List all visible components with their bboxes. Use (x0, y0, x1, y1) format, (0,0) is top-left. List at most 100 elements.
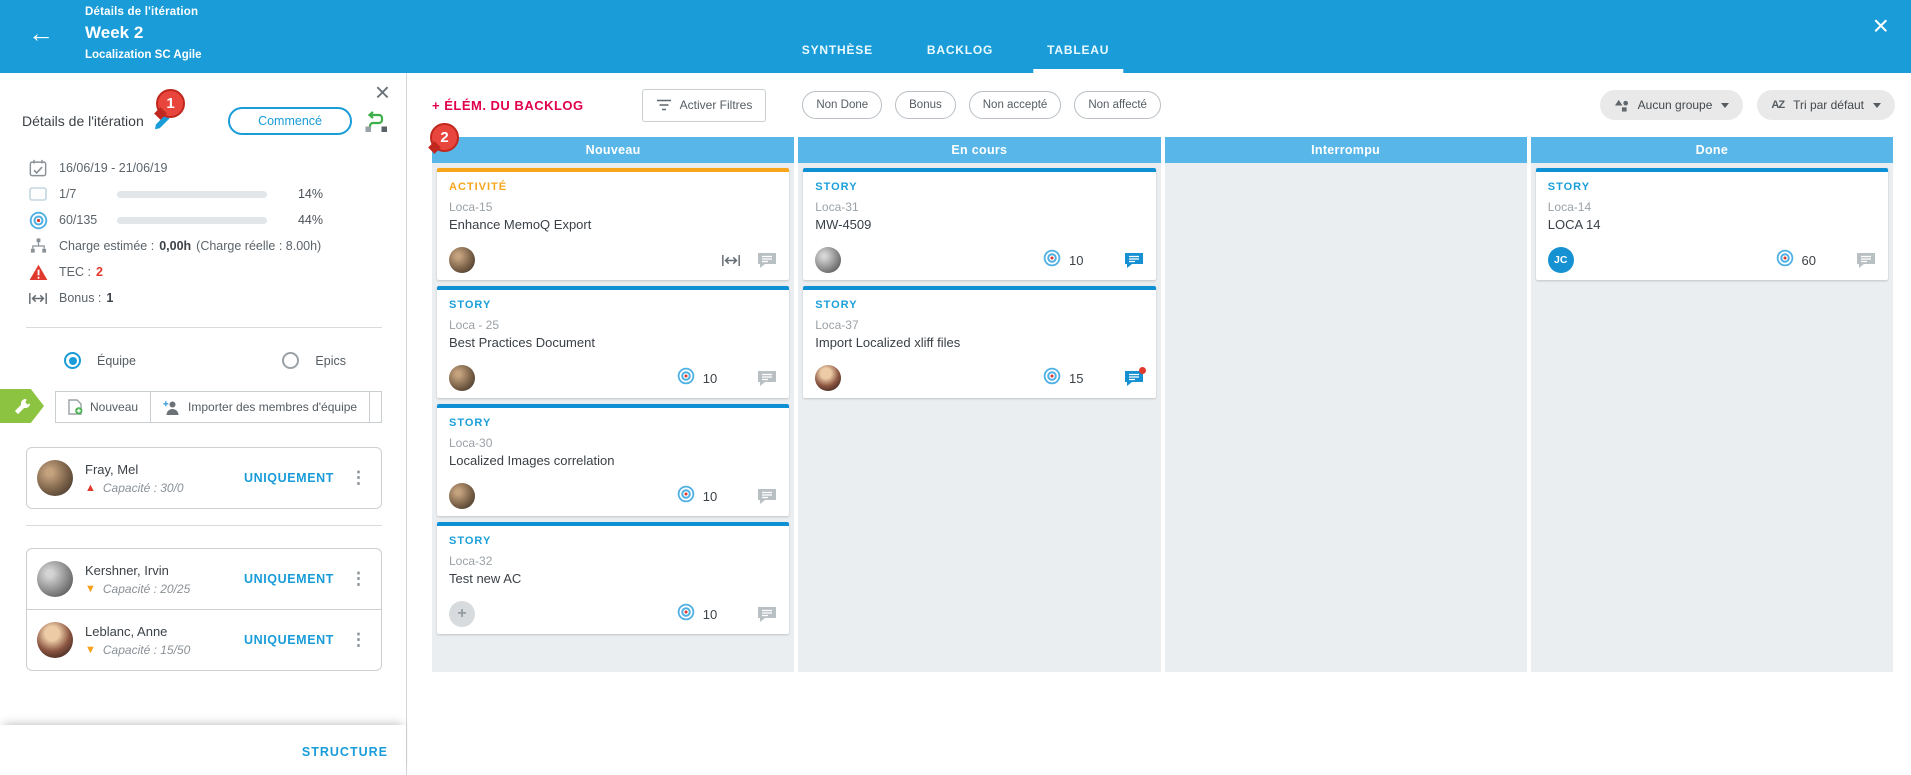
board-card[interactable]: STORY Loca-14 LOCA 14 JC 60 (1536, 168, 1888, 280)
column-header[interactable]: Done (1531, 137, 1893, 163)
board-card[interactable]: STORY Loca-37 Import Localized xliff fil… (803, 286, 1155, 398)
iteration-details-panel: × 1 Détails de l'itération Commencé (0, 73, 407, 775)
activate-filters-button[interactable]: Activer Filtres (642, 89, 767, 122)
note-icon[interactable] (1124, 252, 1144, 269)
card-type: STORY (1548, 181, 1876, 193)
card-type: ACTIVITÉ (449, 181, 777, 193)
structure-link[interactable]: STRUCTURE (302, 745, 388, 759)
board-controls: Aucun groupe AZ Tri par défaut (1600, 90, 1895, 120)
chip-bonus[interactable]: Bonus (895, 91, 956, 119)
note-icon[interactable] (757, 252, 777, 269)
uniquement-link[interactable]: UNIQUEMENT (244, 633, 334, 647)
group-dropdown[interactable]: Aucun groupe (1600, 90, 1744, 120)
panel-title: Détails de l'itération (22, 113, 144, 129)
iteration-info-list: 16/06/19 - 21/06/19 1/7 14% (26, 155, 382, 311)
board-card[interactable]: ACTIVITÉ Loca-15 Enhance MemoQ Export (437, 168, 789, 280)
column-nouveau: Nouveau ACTIVITÉ Loca-15 Enhance MemoQ E… (432, 137, 794, 672)
chevron-down-icon (1873, 103, 1881, 112)
kebab-menu-icon[interactable]: ⋮ (346, 569, 371, 589)
member-actions: UNIQUEMENT ⋮ (244, 630, 371, 650)
header-tabs: SYNTHÈSE BACKLOG TABLEAU (788, 43, 1123, 73)
panel-close-icon[interactable]: × (375, 77, 390, 108)
board-card[interactable]: STORY Loca-31 MW-4509 10 (803, 168, 1155, 280)
hierarchy-icon (26, 238, 50, 254)
member-capacity: Capacité : 20/25 (103, 582, 190, 596)
column-header[interactable]: En cours (798, 137, 1160, 163)
member-capacity-row: ▲ Capacité : 30/0 (85, 481, 184, 495)
member-card[interactable]: Kershner, Irvin ▼ Capacité : 20/25 UNIQU… (27, 549, 381, 609)
back-arrow-icon[interactable]: ← (28, 20, 54, 46)
tab-synthese[interactable]: SYNTHÈSE (788, 43, 887, 73)
member-card[interactable]: Fray, Mel ▲ Capacité : 30/0 UNIQUEMENT ⋮ (26, 447, 382, 509)
member-capacity-row: ▼ Capacité : 15/50 (85, 643, 190, 657)
assignee-avatar[interactable] (449, 483, 475, 509)
new-member-button[interactable]: Nouveau (56, 392, 150, 422)
note-icon-with-alert[interactable] (1124, 370, 1144, 387)
kebab-menu-icon[interactable]: ⋮ (346, 630, 371, 650)
points-progress-bar (117, 217, 267, 224)
chip-non-done[interactable]: Non Done (802, 91, 882, 119)
wrench-badge-icon[interactable] (0, 389, 44, 423)
tab-backlog[interactable]: BACKLOG (913, 43, 1007, 73)
column-header[interactable]: Nouveau (432, 137, 794, 163)
alert-dot (1139, 367, 1146, 374)
radio-epics-icon[interactable] (282, 352, 299, 369)
card-title: Best Practices Document (449, 335, 777, 350)
project-subtitle: Localization SC Agile (85, 49, 202, 61)
toolbar-spacer (369, 392, 381, 422)
radio-equipe-icon[interactable] (64, 352, 81, 369)
story-points-icon (1043, 249, 1061, 272)
board-card[interactable]: STORY Loca-32 Test new AC + 10 (437, 522, 789, 634)
close-icon[interactable]: × (1873, 12, 1889, 40)
radio-equipe[interactable]: Équipe (64, 352, 136, 369)
uniquement-link[interactable]: UNIQUEMENT (244, 572, 334, 586)
workflow-icon[interactable] (364, 110, 388, 133)
status-button[interactable]: Commencé (228, 107, 352, 135)
board-card[interactable]: STORY Loca-30 Localized Images correlati… (437, 404, 789, 516)
card-id: Loca-30 (449, 436, 777, 450)
member-card[interactable]: Leblanc, Anne ▼ Capacité : 15/50 UNIQUEM… (27, 609, 381, 670)
card-footer (449, 247, 777, 273)
board-card[interactable]: STORY Loca - 25 Best Practices Document … (437, 286, 789, 398)
panel-divider (26, 327, 382, 328)
avatar (37, 622, 73, 658)
bonus-label: Bonus : (59, 291, 101, 305)
assignee-avatar[interactable] (815, 365, 841, 391)
card-type: STORY (449, 417, 777, 429)
uniquement-link[interactable]: UNIQUEMENT (244, 471, 334, 485)
tab-tableau[interactable]: TABLEAU (1033, 43, 1123, 73)
iteration-header: ← Détails de l'itération Week 2 Localiza… (0, 0, 1911, 73)
add-backlog-item-button[interactable]: + ÉLÉM. DU BACKLOG (432, 98, 584, 113)
story-points: 15 (1069, 371, 1083, 386)
tec-value: 2 (96, 265, 103, 279)
kebab-menu-icon[interactable]: ⋮ (346, 468, 371, 488)
note-icon[interactable] (757, 370, 777, 387)
import-members-label: Importer des membres d'équipe (188, 400, 357, 414)
assignee-avatar-initials[interactable]: JC (1548, 247, 1574, 273)
charge-label: Charge estimée : (59, 239, 154, 253)
assignee-avatar[interactable] (449, 247, 475, 273)
import-members-button[interactable]: Importer des membres d'équipe (150, 392, 369, 422)
story-points: 10 (703, 371, 717, 386)
chip-non-accepte[interactable]: Non accepté (969, 91, 1062, 119)
sort-dropdown[interactable]: AZ Tri par défaut (1757, 90, 1895, 120)
date-range-row: 16/06/19 - 21/06/19 (26, 155, 382, 181)
member-name: Leblanc, Anne (85, 624, 190, 639)
note-icon[interactable] (757, 488, 777, 505)
days-percent: 14% (279, 187, 323, 201)
card-type: STORY (449, 299, 777, 311)
days-icon (26, 187, 50, 201)
assignee-avatar[interactable] (815, 247, 841, 273)
story-points-icon (1776, 249, 1794, 272)
card-title: Test new AC (449, 571, 777, 586)
add-assignee-button[interactable]: + (449, 601, 475, 627)
note-icon[interactable] (1856, 252, 1876, 269)
members-divider (26, 525, 382, 526)
card-footer: 10 (449, 483, 777, 509)
note-icon[interactable] (757, 606, 777, 623)
filter-icon (656, 99, 672, 111)
radio-epics[interactable]: Epics (282, 352, 346, 369)
chip-non-affecte[interactable]: Non affecté (1074, 91, 1161, 119)
assignee-avatar[interactable] (449, 365, 475, 391)
column-header[interactable]: Interrompu (1165, 137, 1527, 163)
